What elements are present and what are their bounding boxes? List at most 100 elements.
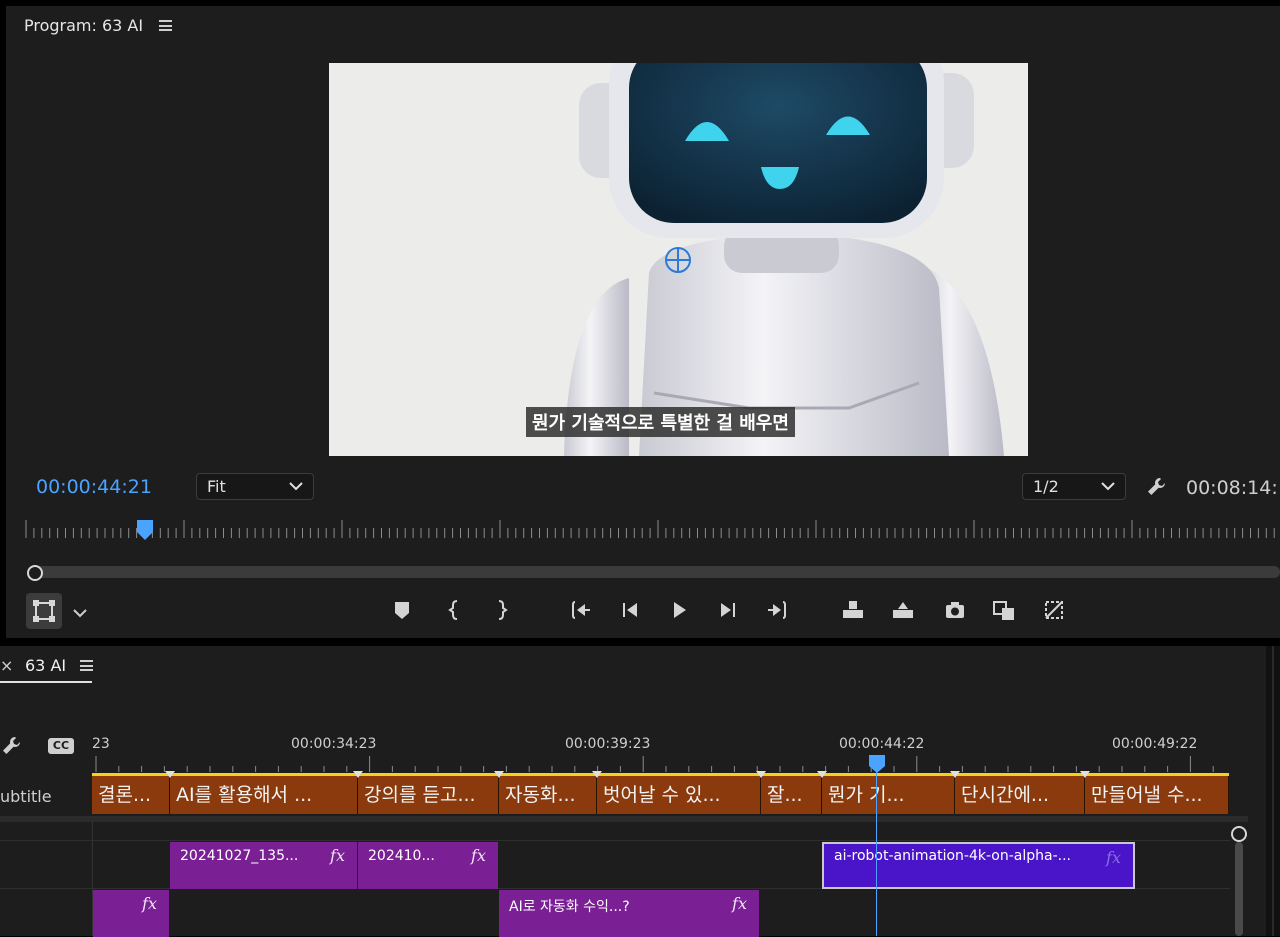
monitor-playhead[interactable]: [136, 519, 154, 545]
clip-marker[interactable]: [165, 771, 175, 778]
overwrite-button[interactable]: [1039, 595, 1069, 625]
vertical-scroll-handle[interactable]: [1231, 826, 1247, 842]
lift-button[interactable]: [838, 595, 868, 625]
transform-icon: [33, 600, 55, 622]
timeline-ruler-ticks[interactable]: [92, 754, 1232, 774]
fx-badge-icon[interactable]: fx: [732, 894, 747, 913]
captions-cc-icon[interactable]: CC: [48, 738, 74, 754]
clip-marker[interactable]: [592, 771, 602, 778]
chevron-down-icon: [1101, 482, 1115, 491]
fx-badge-icon[interactable]: fx: [330, 846, 345, 865]
extract-icon: [893, 602, 913, 618]
insert-button[interactable]: [989, 595, 1019, 625]
go-to-out-button[interactable]: [763, 595, 793, 625]
wrench-settings-icon[interactable]: [1145, 475, 1169, 499]
video-clip[interactable]: fx: [93, 890, 169, 937]
clip-marker[interactable]: [817, 771, 827, 778]
add-marker-icon: [395, 602, 409, 619]
panel-menu-icon[interactable]: [80, 660, 93, 671]
clip-marker[interactable]: [494, 771, 504, 778]
clip-marker[interactable]: [756, 771, 766, 778]
selected-video-clip[interactable]: ai-robot-animation-4k-on-alpha-... fx: [822, 842, 1135, 889]
current-timecode[interactable]: 00:00:44:21: [36, 476, 152, 498]
timeline-playhead[interactable]: [868, 754, 886, 778]
add-marker-button[interactable]: [387, 595, 417, 625]
monitor-time-ruler[interactable]: [6, 516, 1280, 546]
active-tab-underline: [0, 681, 92, 683]
step-back-button[interactable]: [615, 595, 645, 625]
extract-button[interactable]: [888, 595, 918, 625]
chevron-down-icon: [289, 482, 303, 491]
subtitle-clip[interactable]: AI를 활용해서 ...: [170, 776, 358, 814]
ruler-timecode: 00:00:49:22: [1112, 736, 1198, 752]
timeline-settings-wrench-icon[interactable]: [0, 734, 24, 758]
timeline-playhead-line: [876, 768, 877, 936]
go-to-out-icon: [768, 601, 786, 619]
step-forward-button[interactable]: [713, 595, 743, 625]
ruler-timecode: 00:00:39:23: [565, 736, 651, 752]
video-preview[interactable]: 뭔가 기술적으로 특별한 걸 배우면: [329, 63, 1028, 456]
ruler-timecode: 00:00:34:23: [291, 736, 377, 752]
more-options-chevron-icon[interactable]: [72, 604, 88, 623]
play-button[interactable]: [664, 595, 694, 625]
lift-icon: [843, 601, 863, 618]
track-divider: [0, 840, 1230, 841]
robot-frame-image: [329, 63, 1028, 456]
step-back-icon: [623, 603, 637, 617]
mark-out-icon: [498, 600, 508, 620]
panel-border: [1266, 646, 1280, 936]
sequence-tab[interactable]: 63 AI: [25, 656, 66, 675]
step-forward-icon: [721, 603, 735, 617]
mark-out-button[interactable]: [486, 595, 516, 625]
play-icon: [674, 602, 686, 618]
transform-toggle-button[interactable]: [26, 593, 62, 629]
zoom-scroll-handle[interactable]: [27, 565, 43, 581]
video-clip-label: ai-robot-animation-4k-on-alpha-...: [834, 848, 1071, 864]
video-clip-label: 20241027_135...: [180, 848, 299, 864]
export-frame-button[interactable]: [940, 595, 970, 625]
resolution-dropdown[interactable]: 1/2: [1022, 473, 1126, 500]
zoom-scrollbar[interactable]: [34, 566, 1280, 578]
video-clip[interactable]: 20241027_135... fx: [170, 842, 358, 889]
subtitle-clip[interactable]: 강의를 듣고...: [358, 776, 499, 814]
camera-icon: [946, 602, 964, 618]
subtitle-caption: 뭔가 기술적으로 특별한 걸 배우면: [526, 407, 795, 437]
subtitle-clip[interactable]: 뭔가 기...: [822, 776, 955, 814]
program-monitor-panel: Program: 63 AI 뭔가 기술적으로 특별한 걸 배우면 00:00:…: [6, 6, 1280, 638]
fx-badge-icon[interactable]: fx: [142, 894, 157, 913]
clip-marker[interactable]: [1080, 771, 1090, 778]
subtitle-clip[interactable]: 결론...: [92, 776, 170, 814]
subtitle-clip[interactable]: 만들어낼 수...: [1085, 776, 1229, 814]
panel-menu-icon[interactable]: [159, 20, 172, 31]
track-separator: [0, 816, 1248, 822]
mark-in-icon: [448, 600, 458, 620]
close-tab-button[interactable]: ×: [0, 656, 13, 675]
video-clip[interactable]: 202410... fx: [358, 842, 498, 889]
subtitle-clip[interactable]: 자동화...: [499, 776, 597, 814]
program-monitor-title: Program: 63 AI: [24, 16, 144, 35]
subtitle-clip[interactable]: 벗어날 수 있...: [597, 776, 761, 814]
mark-in-button[interactable]: [440, 595, 470, 625]
clip-marker[interactable]: [353, 771, 363, 778]
fx-badge-icon[interactable]: fx: [471, 846, 486, 865]
zoom-fit-dropdown[interactable]: Fit: [196, 473, 314, 500]
clip-marker[interactable]: [950, 771, 960, 778]
go-to-in-button[interactable]: [565, 595, 595, 625]
fx-badge-icon[interactable]: fx: [1106, 848, 1121, 867]
resolution-value: 1/2: [1033, 477, 1059, 496]
insert-clip-icon: [993, 601, 1014, 620]
subtitle-clip[interactable]: 단시간에...: [955, 776, 1085, 814]
subtitle-track-label: ubtitle: [0, 787, 52, 806]
duration-timecode: 00:08:14:: [1186, 477, 1278, 499]
ruler-timecode: 00:00:44:22: [839, 736, 925, 752]
timeline-panel: × 63 AI CC 23 00:00:34:23 00:00:39:23 00…: [0, 646, 1266, 937]
overwrite-icon: [1045, 601, 1063, 619]
subtitle-clip[interactable]: 잘...: [761, 776, 822, 814]
video-clip-label: AI로 자동화 수익...?: [509, 899, 630, 915]
video-clip-label: 202410...: [368, 848, 435, 864]
ruler-timecode: 23: [92, 736, 110, 752]
zoom-fit-value: Fit: [207, 477, 226, 496]
vertical-scrollbar[interactable]: [1235, 842, 1243, 936]
go-to-in-icon: [572, 601, 590, 619]
video-clip[interactable]: AI로 자동화 수익...? fx: [499, 890, 759, 937]
